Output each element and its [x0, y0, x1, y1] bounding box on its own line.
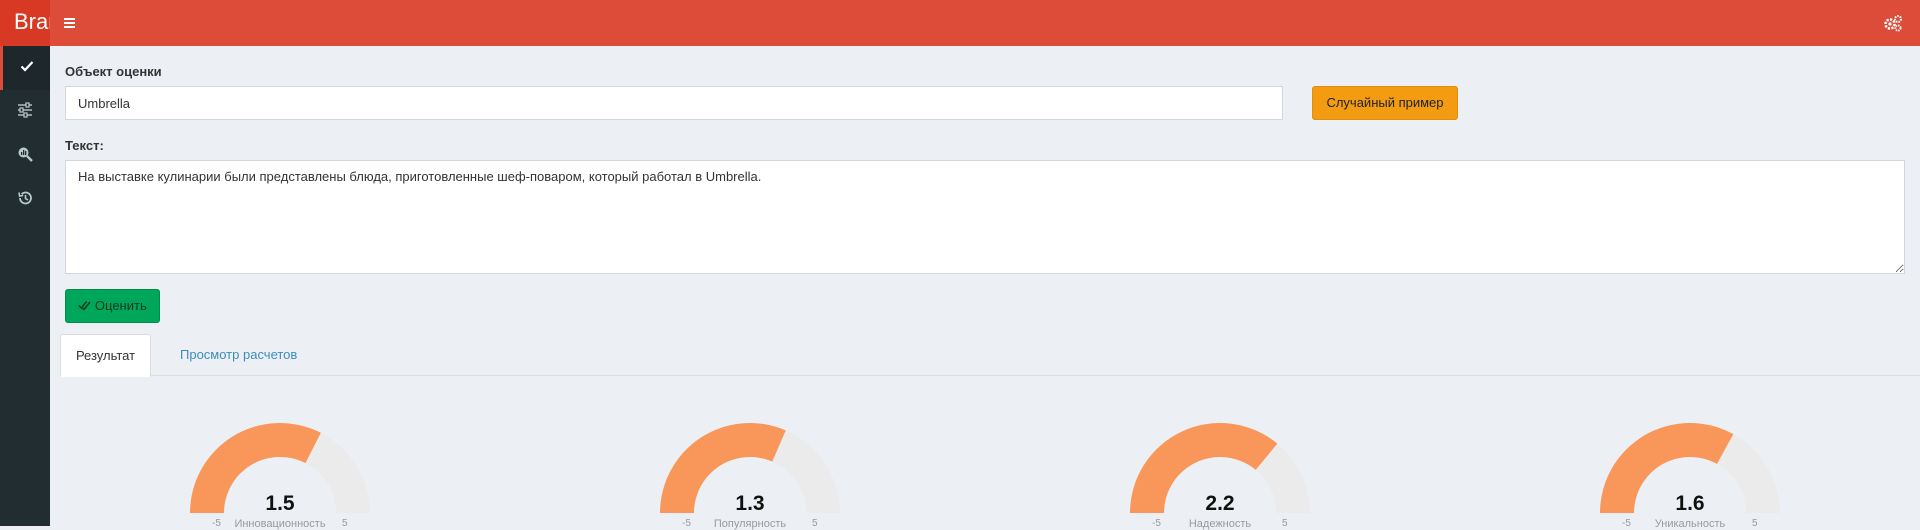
gauge-label: Уникальность	[1654, 518, 1726, 530]
text-input[interactable]: На выставке кулинарии были представлены …	[65, 160, 1905, 274]
hamburger-icon[interactable]	[60, 12, 82, 34]
random-example-button[interactable]: Случайный пример	[1312, 86, 1458, 120]
tab-calculations[interactable]: Просмотр расчетов	[164, 334, 313, 376]
gauge-value: 1.3	[735, 492, 765, 515]
evaluate-button-label: Оценить	[94, 298, 147, 313]
brand-logo[interactable]: Brand	[0, 0, 50, 46]
double-check-icon	[78, 298, 95, 313]
sidebar	[0, 46, 50, 526]
gears-icon[interactable]	[1882, 12, 1904, 34]
gauge-uniqueness: 1.6 -5 Уникальность 5	[1590, 376, 1790, 530]
sidebar-item-analysis[interactable]	[0, 134, 50, 178]
gauge-popularity: 1.3 -5 Популярность 5	[650, 376, 850, 530]
text-label: Текст:	[65, 138, 104, 153]
gauge-max: 5	[1282, 518, 1288, 529]
gauge-max: 5	[1752, 518, 1758, 529]
search-analytics-icon	[17, 146, 33, 167]
gauge-max: 5	[812, 518, 818, 529]
gauge-label: Популярность	[713, 518, 787, 530]
top-navbar: Brand	[0, 0, 1920, 46]
gauge-max: 5	[342, 518, 348, 529]
result-tabs: Результат Просмотр расчетов	[60, 334, 1920, 377]
gauge-label: Инновационность	[234, 518, 326, 530]
tab-result[interactable]: Результат	[60, 334, 151, 377]
history-icon	[17, 190, 33, 211]
object-input[interactable]	[65, 86, 1283, 120]
sidebar-item-history[interactable]	[0, 178, 50, 222]
sidebar-item-evaluate[interactable]	[0, 46, 50, 90]
gauge-value: 2.2	[1205, 492, 1235, 515]
object-label: Объект оценки	[65, 64, 162, 79]
check-icon	[20, 59, 34, 78]
gauge-value: 1.6	[1675, 492, 1705, 515]
gauge-reliability: 2.2 -5 Надежность 5	[1120, 376, 1320, 530]
gauge-label: Надежность	[1188, 518, 1252, 530]
main-content: Объект оценки Случайный пример Текст: На…	[50, 46, 1920, 530]
gauge-value: 1.5	[265, 492, 295, 515]
gauge-innovation: 1.5 -5 Инновационность 5	[180, 376, 380, 530]
evaluate-button[interactable]: Оценить	[65, 289, 160, 323]
sidebar-item-settings[interactable]	[0, 90, 50, 134]
sliders-icon	[17, 101, 33, 123]
